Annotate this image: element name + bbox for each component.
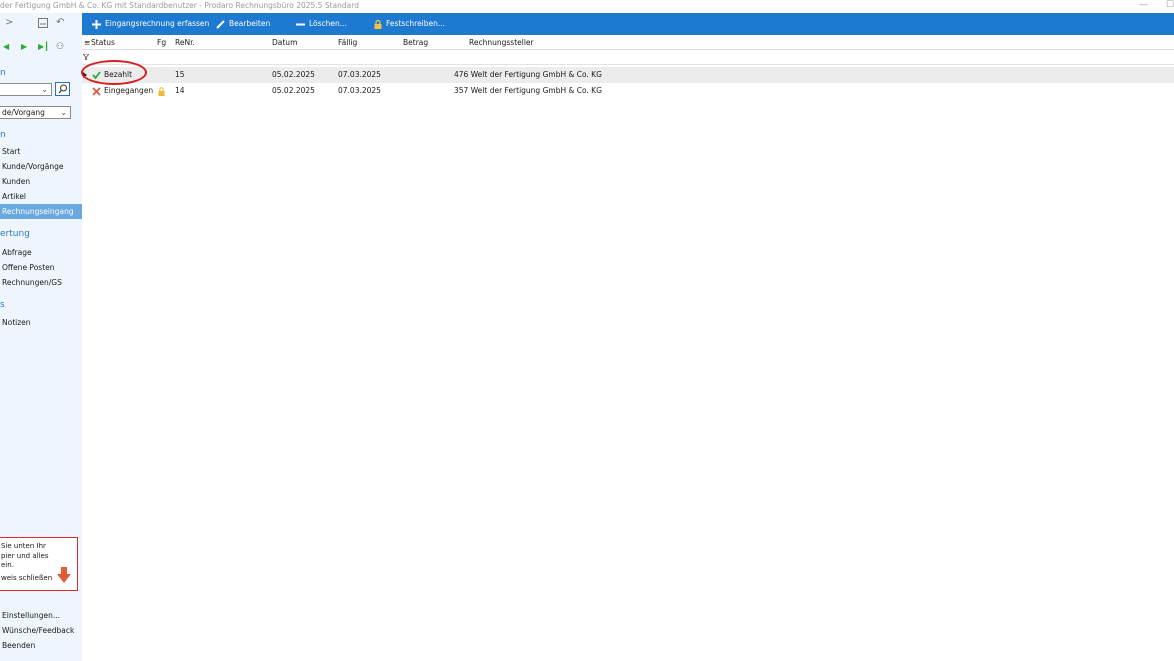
forward-icon[interactable]: > [5,16,13,30]
section-head-extras: s [0,300,5,310]
sidebar-item-einstellungen[interactable]: Einstellungen... [0,608,82,623]
search-icon [58,84,67,94]
window-title: der Fertigung GmbH & Co. KG mit Standard… [0,1,359,10]
save-icon[interactable] [38,16,48,33]
undo-icon[interactable]: ↶ [56,16,64,30]
grid-header: ≡ Status Fg ReNr. Datum Fällig Betrag Re… [82,35,1174,50]
sidebar-item-kunde-vorgaenge[interactable]: Kunde/Vorgänge [0,159,82,174]
edit-button[interactable]: Bearbeiten [216,13,270,35]
cell-faellig: 07.03.2025 [338,70,381,79]
column-header-datum[interactable]: Datum [272,38,297,47]
cell-rechnungssteller: 357 Welt der Fertigung GmbH & Co. KG [454,86,602,95]
column-header-faellig[interactable]: Fällig [338,38,357,47]
sidebar-item-notizen[interactable]: Notizen [0,315,82,330]
hint-text: pier und alles [1,551,49,560]
title-bar: der Fertigung GmbH & Co. KG mit Standard… [0,0,1174,13]
cell-rechnungssteller: 476 Welt der Fertigung GmbH & Co. KG [454,70,602,79]
table-row[interactable]: Bezahlt 15 05.02.2025 07.03.2025 476 Wel… [82,67,1174,83]
column-header-rechnungssteller[interactable]: Rechnungssteller [469,38,534,47]
filter-row[interactable] [82,51,1174,65]
cell-renr: 14 [175,86,185,95]
cross-icon [92,87,101,96]
sidebar-item-rechnungseingang[interactable]: Rechnungseingang [0,204,82,219]
sidebar-item-artikel[interactable]: Artikel [0,189,82,204]
sidebar-item-wuensche-feedback[interactable]: Wünsche/Feedback [0,623,82,638]
column-header-fg[interactable]: Fg [157,38,166,47]
toolbar: Eingangsrechnung erfassen Bearbeiten Lös… [82,13,1174,35]
sidebar-item-kunden[interactable]: Kunden [0,174,82,189]
highlight-circle [81,60,147,85]
section-head-auswertung: ertung [0,229,30,239]
lock-icon [158,87,165,96]
sidebar-item-rechnungen-gs[interactable]: Rechnungen/GS [0,275,82,290]
search-input[interactable]: ⌄ [0,83,52,96]
quick-access-row: > ↶ [0,16,82,30]
record-nav-row: ◀ ▶ ▶┃ ⚇ [0,40,82,54]
minus-icon [296,23,305,25]
invoice-grid: ≡ Status Fg ReNr. Datum Fällig Betrag Re… [82,35,1174,661]
pencil-icon [216,19,225,29]
sidebar-item-offene-posten[interactable]: Offene Posten [0,260,82,275]
column-header-betrag[interactable]: Betrag [403,38,428,47]
mode-select[interactable]: de/Vorgang ⌄ [0,106,71,119]
hint-box: Sie unten Ihr pier und alles ein. weis s… [0,537,78,591]
plus-icon [92,19,101,29]
cell-renr: 15 [175,70,185,79]
maximize-button[interactable]: ☐ [1166,0,1174,10]
user-icon[interactable]: ⚇ [56,40,64,54]
cell-status: Eingegangen [104,86,154,95]
section-head-search: n [0,68,6,78]
cell-datum: 05.02.2025 [272,70,315,79]
sidebar-item-start[interactable]: Start [0,144,82,159]
prev-record-icon[interactable]: ◀ [3,40,9,54]
hint-text: Sie unten Ihr [1,542,46,550]
cell-datum: 05.02.2025 [272,86,315,95]
search-button[interactable] [55,82,70,96]
hint-close-link[interactable]: weis schließen [1,574,52,584]
chevron-down-icon[interactable]: ⌄ [60,107,67,118]
cell-faellig: 07.03.2025 [338,86,381,95]
sidebar-item-beenden[interactable]: Beenden [0,638,82,653]
lock-button[interactable]: Festschreiben... [374,13,445,35]
minimize-button[interactable]: — [1139,0,1148,10]
column-header-status[interactable]: Status [91,38,115,47]
filter-icon[interactable] [83,54,89,60]
section-head-main: n [0,130,6,140]
delete-button[interactable]: Löschen... [296,13,347,35]
sidebar-item-abfrage[interactable]: Abfrage [0,245,82,260]
lock-icon [374,19,382,29]
sidebar: > ↶ ◀ ▶ ▶┃ ⚇ n ⌄ de/Vorgang ⌄ n Start Ku… [0,13,82,661]
last-record-icon[interactable]: ▶┃ [38,40,49,54]
add-invoice-button[interactable]: Eingangsrechnung erfassen [92,13,209,35]
column-chooser-icon[interactable]: ≡ [84,38,90,47]
column-header-renr[interactable]: ReNr. [175,38,195,47]
table-row[interactable]: Eingegangen 14 05.02.2025 07.03.2025 357… [82,83,1174,99]
next-record-icon[interactable]: ▶ [21,40,27,54]
chevron-down-icon[interactable]: ⌄ [41,84,48,95]
arrow-down-icon [57,567,71,583]
